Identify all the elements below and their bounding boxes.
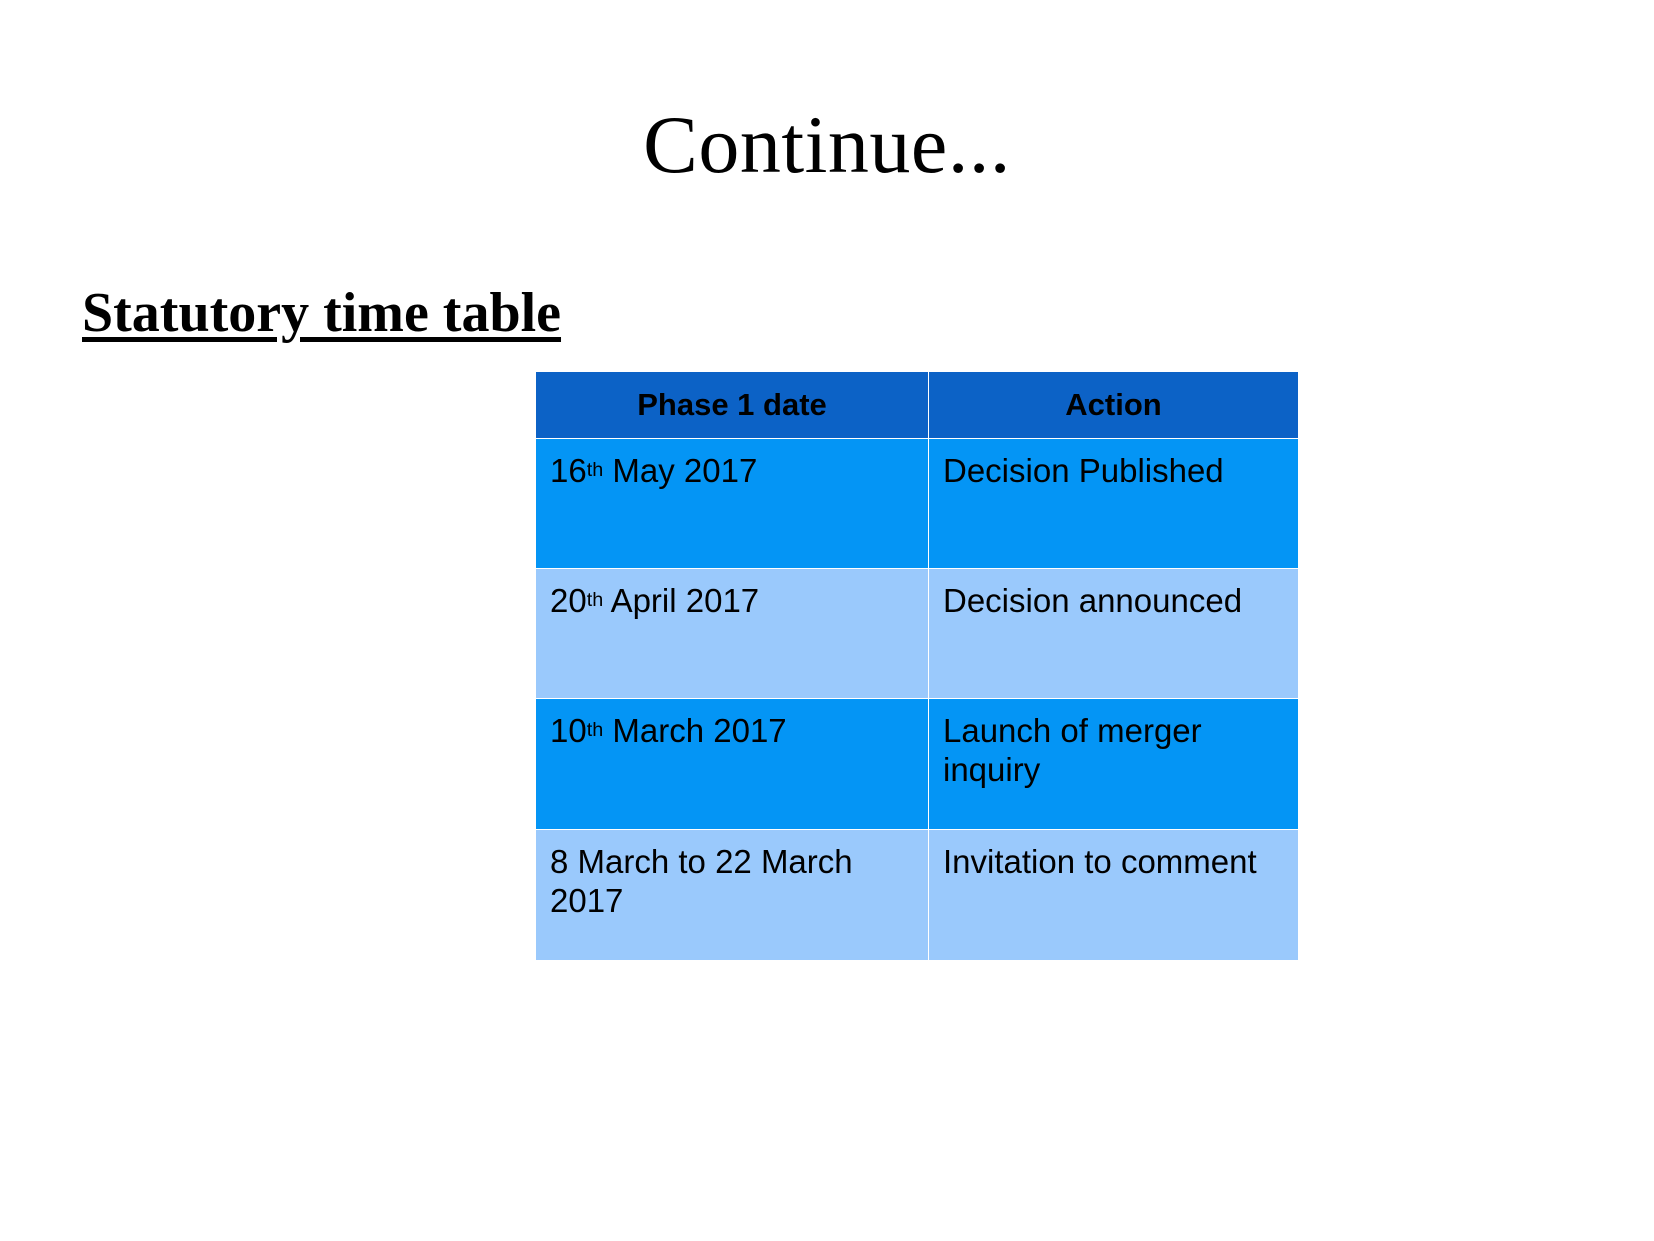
slide-canvas: Continue... Statutory time table Phase 1…: [0, 0, 1654, 1241]
cell-date-text: 16th May 2017: [550, 452, 928, 491]
date-number: 20: [550, 582, 587, 619]
cell-date: 8 March to 22 March 2017: [535, 829, 929, 961]
column-header-action: Action: [928, 371, 1299, 439]
cell-date: 20th April 2017: [535, 568, 929, 699]
cell-action: Invitation to comment: [928, 829, 1299, 961]
cell-date: 16th May 2017: [535, 438, 929, 569]
table-row: 20th April 2017 Decision announced: [535, 568, 1299, 699]
table-header-row: Phase 1 date Action: [535, 371, 1299, 439]
date-number: 8 March to 22 March 2017: [550, 843, 853, 919]
table-row: 10th March 2017 Launch of merger inquiry: [535, 698, 1299, 830]
date-number: 16: [550, 452, 587, 489]
cell-action-text: Decision announced: [943, 582, 1243, 619]
cell-action-text: Decision Published: [943, 452, 1224, 489]
table-body: 16th May 2017 Decision Published 20th Ap…: [535, 438, 1299, 961]
cell-date: 10th March 2017: [535, 698, 929, 830]
page-title: Continue...: [643, 99, 1011, 190]
table-row: 8 March to 22 March 2017 Invitation to c…: [535, 829, 1299, 961]
date-ordinal: th: [586, 589, 604, 612]
date-rest: May 2017: [603, 452, 758, 489]
cell-action-text: Launch of merger inquiry: [943, 712, 1202, 788]
statutory-timetable: Phase 1 date Action 16th May 2017 Decisi…: [535, 371, 1299, 961]
table-header: Phase 1 date Action: [535, 371, 1299, 439]
timetable-table: Phase 1 date Action 16th May 2017 Decisi…: [535, 371, 1299, 961]
cell-date-text: 8 March to 22 March 2017: [550, 843, 928, 921]
table-row: 16th May 2017 Decision Published: [535, 438, 1299, 569]
date-ordinal: th: [586, 459, 604, 482]
date-rest: March 2017: [603, 712, 787, 749]
date-ordinal: th: [586, 719, 604, 742]
date-number: 10: [550, 712, 587, 749]
cell-action: Launch of merger inquiry: [928, 698, 1299, 830]
cell-action: Decision announced: [928, 568, 1299, 699]
cell-action-text: Invitation to comment: [943, 843, 1257, 880]
cell-date-text: 10th March 2017: [550, 712, 928, 751]
section-heading: Statutory time table: [82, 282, 562, 344]
column-header-phase-1-date: Phase 1 date: [535, 371, 929, 439]
cell-date-text: 20th April 2017: [550, 582, 928, 621]
date-rest: April 2017: [603, 582, 760, 619]
cell-action: Decision Published: [928, 438, 1299, 569]
